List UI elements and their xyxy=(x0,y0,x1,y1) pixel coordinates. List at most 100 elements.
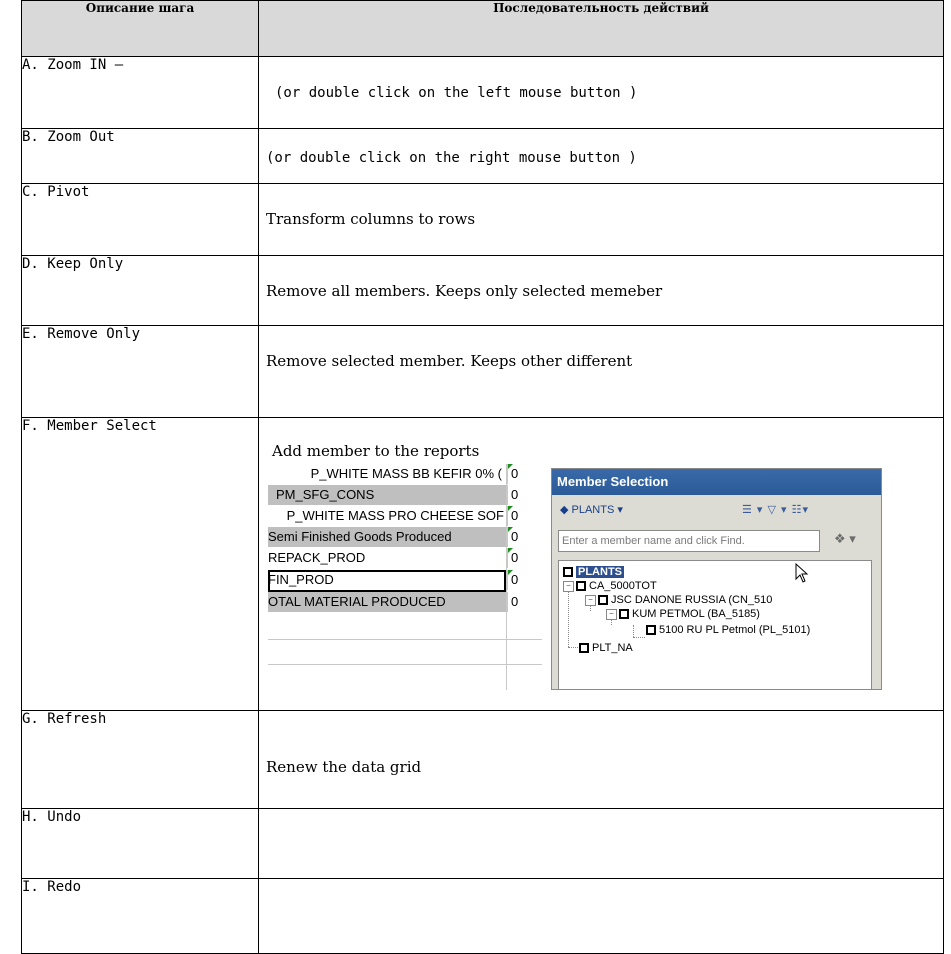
grid-row-value: 0 xyxy=(507,485,541,505)
table-header-row: Описание шага Последовательность действи… xyxy=(21,0,944,57)
filter-icon[interactable]: ▽ ▾ xyxy=(768,504,788,516)
collapse-icon[interactable]: − xyxy=(585,594,596,606)
tree-connector xyxy=(633,625,634,637)
dimension-icon: ◆ xyxy=(560,504,572,516)
step-desc-undo xyxy=(258,808,944,879)
tree-node[interactable]: PLANTS xyxy=(563,565,624,579)
grid-row-value: 0 xyxy=(507,592,541,612)
member-select-screenshot: P_WHITE MASS BB KEFIR 0% ( 0 PM_SFG_CONS… xyxy=(268,464,882,690)
step-label-remove-only: E. Remove Only xyxy=(21,325,259,418)
step-label-undo: H. Undo xyxy=(21,808,259,879)
header-step-description: Описание шага xyxy=(21,0,259,57)
grid-column-line xyxy=(506,464,507,690)
dialog-title: Member Selection xyxy=(552,469,881,495)
green-flag-icon xyxy=(508,506,513,511)
collapse-icon[interactable]: − xyxy=(606,608,617,620)
step-desc-cell: Add member to the reports P_WHITE MASS B… xyxy=(258,417,944,711)
step-label-refresh: G. Refresh xyxy=(21,710,259,809)
green-flag-icon xyxy=(508,548,513,553)
mouse-pointer-icon xyxy=(795,563,809,583)
member-selection-dialog: Member Selection ◆ PLANTS ▾ ☰ ▾ ▽ ▾ ☷▾ E… xyxy=(551,468,882,690)
step-desc-redo xyxy=(258,878,944,954)
grid-row-name: OTAL MATERIAL PRODUCED xyxy=(268,594,446,609)
find-binoculars-icon[interactable]: ❖ ▾ xyxy=(834,531,856,547)
step-desc-zoom-out: (or double click on the right mouse butt… xyxy=(266,150,637,166)
grid-row-name: REPACK_PROD xyxy=(268,550,366,565)
step-label-member-select: F. Member Select xyxy=(21,417,259,711)
grid-row-name: P_WHITE MASS BB KEFIR 0% ( xyxy=(310,466,502,481)
tree-connector xyxy=(633,637,645,638)
green-flag-icon xyxy=(508,570,513,575)
tree-node[interactable]: PLT_NA xyxy=(579,641,633,655)
table-row: F. Member Select Add member to the repor… xyxy=(21,417,944,711)
tree-node-label: PLT_NA xyxy=(592,642,633,654)
report-grid: P_WHITE MASS BB KEFIR 0% ( 0 PM_SFG_CONS… xyxy=(268,464,542,690)
step-desc-cell: Transform columns to rows xyxy=(258,183,944,256)
green-flag-icon xyxy=(508,464,513,469)
step-label-keep-only: D. Keep Only xyxy=(21,255,259,326)
table-row: I. Redo xyxy=(21,878,944,954)
tree-node[interactable]: 5100 RU PL Petmol (PL_5101) xyxy=(646,623,810,637)
step-desc-cell: (or double click on the left mouse butto… xyxy=(258,56,944,129)
step-desc-cell: Remove all members. Keeps only selected … xyxy=(258,255,944,326)
tree-node-label: CA_5000TOT xyxy=(589,580,657,592)
hierarchy-options-icon[interactable]: ☷▾ xyxy=(792,504,809,516)
header-action-sequence: Последовательность действий xyxy=(258,0,944,57)
tree-node-label: JSC DANONE RUSSIA (CN_510 xyxy=(611,594,773,606)
tree-connector xyxy=(568,647,578,648)
checkbox-icon[interactable] xyxy=(619,609,629,620)
grid-row: REPACK_PROD 0 xyxy=(268,548,542,568)
checkbox-icon[interactable] xyxy=(576,581,586,592)
tree-node[interactable]: − CA_5000TOT xyxy=(563,579,657,593)
table-row: A. Zoom IN – (or double click on the lef… xyxy=(21,56,944,129)
step-label-pivot: C. Pivot xyxy=(21,183,259,256)
table-row: H. Undo xyxy=(21,808,944,879)
green-flag-icon xyxy=(508,527,513,532)
view-options-icon[interactable]: ☰ ▾ xyxy=(742,504,763,516)
step-desc-zoom-in: (or double click on the left mouse butto… xyxy=(275,85,638,101)
step-desc-keep-only: Remove all members. Keeps only selected … xyxy=(266,282,663,300)
step-desc-refresh: Renew the data grid xyxy=(266,758,422,776)
step-label-zoom-out: B. Zoom Out xyxy=(21,128,259,184)
grid-row: PM_SFG_CONS xyxy=(268,485,506,505)
collapse-icon[interactable]: − xyxy=(563,580,574,592)
grid-row-name: Semi Finished Goods Produced xyxy=(268,529,452,544)
step-desc-cell: Renew the data grid xyxy=(258,710,944,809)
document-page: Описание шага Последовательность действи… xyxy=(21,0,944,954)
grid-row-name: PM_SFG_CONS xyxy=(276,487,375,502)
tree-node-label: KUM PETMOL (BA_5185) xyxy=(632,608,760,620)
steps-table: Описание шага Последовательность действи… xyxy=(21,0,944,954)
table-row: B. Zoom Out (or double click on the righ… xyxy=(21,128,944,184)
step-desc-member-select: Add member to the reports xyxy=(272,442,480,460)
step-label-redo: I. Redo xyxy=(21,878,259,954)
tree-node[interactable]: − JSC DANONE RUSSIA (CN_510 xyxy=(585,593,772,607)
grid-line xyxy=(268,639,542,640)
member-tree: PLANTS − CA_5000TOT − JSC DANONE RUSSIA (C… xyxy=(558,560,872,690)
selected-cell-outline xyxy=(268,570,506,592)
step-desc-cell: Remove selected member. Keeps other diff… xyxy=(258,325,944,418)
member-search-input[interactable]: Enter a member name and click Find. xyxy=(558,530,820,552)
step-desc-remove-only: Remove selected member. Keeps other diff… xyxy=(266,352,633,370)
grid-row: P_WHITE MASS BB KEFIR 0% ( 0 xyxy=(268,464,542,484)
tree-node-label: PLANTS xyxy=(576,566,624,578)
grid-row: P_WHITE MASS PRO CHEESE SOF 0 xyxy=(268,506,542,526)
dimension-dropdown[interactable]: ◆ PLANTS ▾ xyxy=(560,503,623,516)
table-row: D. Keep Only Remove all members. Keeps o… xyxy=(21,255,944,326)
step-desc-cell: (or double click on the right mouse butt… xyxy=(258,128,944,184)
step-label-zoom-in: A. Zoom IN – xyxy=(21,56,259,129)
table-row: G. Refresh Renew the data grid xyxy=(21,710,944,809)
chevron-down-icon: ▾ xyxy=(614,504,623,516)
grid-row: Semi Finished Goods Produced xyxy=(268,527,506,547)
tree-node-label: 5100 RU PL Petmol (PL_5101) xyxy=(659,624,811,636)
checkbox-icon[interactable] xyxy=(579,643,589,654)
grid-row-name: P_WHITE MASS PRO CHEESE SOF xyxy=(286,508,504,523)
tree-node[interactable]: − KUM PETMOL (BA_5185) xyxy=(606,607,760,621)
dialog-toolbar: ☰ ▾ ▽ ▾ ☷▾ xyxy=(742,503,809,516)
step-desc-pivot: Transform columns to rows xyxy=(266,210,476,228)
checkbox-icon[interactable] xyxy=(646,625,656,636)
grid-row: OTAL MATERIAL PRODUCED xyxy=(268,592,506,612)
checkbox-icon[interactable] xyxy=(563,567,573,578)
checkbox-icon[interactable] xyxy=(598,595,608,606)
dimension-label: PLANTS xyxy=(571,504,615,516)
table-row: C. Pivot Transform columns to rows xyxy=(21,183,944,256)
